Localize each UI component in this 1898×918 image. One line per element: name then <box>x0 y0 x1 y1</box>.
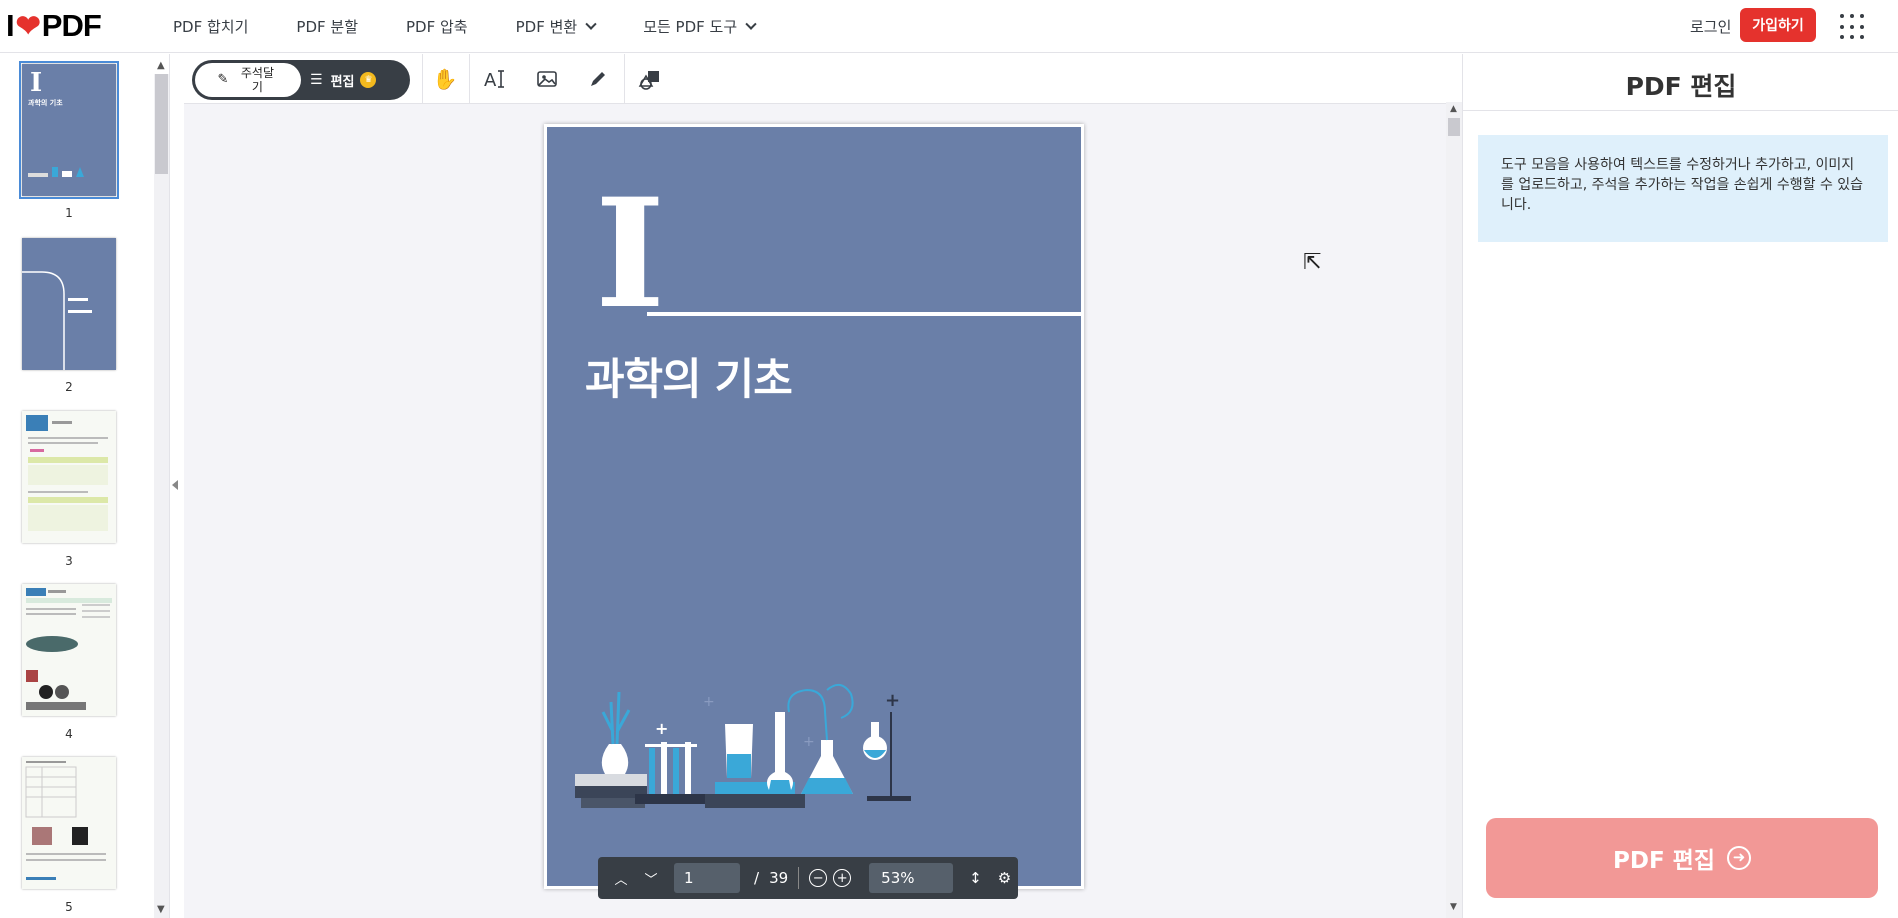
scroll-up-icon[interactable]: ▲ <box>1450 104 1457 114</box>
toolbar-divider <box>624 54 625 104</box>
edit-options-panel: PDF 편집 도구 모음을 사용하여 텍스트를 수정하거나 추가하고, 이미지를… <box>1462 54 1898 918</box>
chapter-numeral: I <box>595 166 666 342</box>
thumbnail-page-4[interactable] <box>22 584 116 716</box>
scroll-down-icon[interactable]: ▼ <box>1450 902 1457 912</box>
logo-letter: I <box>6 8 15 43</box>
total-pages: 39 <box>769 869 789 887</box>
mouse-cursor-icon: ⇱ <box>1303 250 1322 275</box>
scroll-up-icon[interactable]: ▲ <box>157 60 165 71</box>
pager-divider <box>798 867 800 889</box>
mode-toggle: ✎ 주석달 기 ☰ 편집 ♛ <box>192 60 410 100</box>
arrow-right-circle-icon: ➜ <box>1727 846 1751 870</box>
edit-pdf-label: PDF 편집 <box>1613 848 1715 874</box>
edit-pdf-button[interactable]: PDF 편집 ➜ <box>1486 818 1878 898</box>
thumb-title: 과학의 기초 <box>28 99 63 107</box>
toolbar-divider <box>469 54 470 104</box>
document-viewer: ✎ 주석달 기 ☰ 편집 ♛ ✋ A I 과학의 기초 + + + + ▲ ▼ … <box>184 54 1462 918</box>
nav-label: PDF 합치기 <box>173 18 249 36</box>
nav-label: 모든 PDF 도구 <box>643 18 738 36</box>
svg-text:+: + <box>703 694 715 710</box>
thumb-text-page <box>26 415 108 531</box>
hand-pan-icon[interactable]: ✋ <box>428 62 462 96</box>
ilovepdf-logo[interactable]: I ❤ PDF <box>6 8 102 44</box>
nav-compress-pdf[interactable]: PDF 압축 <box>406 16 468 37</box>
apps-grid-icon[interactable] <box>1840 14 1866 40</box>
crown-icon: ♛ <box>360 72 377 88</box>
draw-pencil-icon[interactable] <box>581 62 615 96</box>
scrollbar-thumb[interactable] <box>1448 118 1460 136</box>
collapse-sidebar-icon[interactable] <box>172 480 178 490</box>
logo-text: PDF <box>41 8 102 43</box>
thumbnail-page-3[interactable] <box>22 411 116 543</box>
main-nav: PDF 합치기 PDF 분할 PDF 압축 PDF 변환 모든 PDF 도구 <box>173 0 803 53</box>
scroll-down-icon[interactable]: ▼ <box>157 904 165 915</box>
thumb-arc-graphic <box>22 271 92 370</box>
lab-equipment-illustration: + + + + <box>575 683 911 808</box>
next-page-button[interactable]: ﹀ <box>636 869 666 888</box>
thumbnail-page-2[interactable] <box>22 238 116 370</box>
page-thumbnails-panel: ▲ ▼ I 과학의 기초 1 2 3 4 5 <box>0 54 170 918</box>
add-image-icon[interactable] <box>530 62 564 96</box>
nav-label: PDF 변환 <box>515 18 578 36</box>
shapes-icon[interactable] <box>633 62 667 96</box>
nav-all-tools[interactable]: 모든 PDF 도구 <box>643 16 757 37</box>
nav-convert-pdf[interactable]: PDF 변환 <box>515 16 597 37</box>
svg-text:A: A <box>484 70 497 89</box>
annotate-mode-button[interactable]: ✎ 주석달 기 <box>195 63 301 97</box>
chapter-rule <box>647 312 1081 316</box>
text-lines-icon: ☰ <box>310 72 323 88</box>
scrollbar-thumb[interactable] <box>155 74 168 174</box>
viewer-scrollbar[interactable]: ▲ ▼ <box>1446 102 1462 918</box>
thumbnail-page-number: 2 <box>65 380 73 394</box>
thumbnail-page-number: 5 <box>65 900 73 914</box>
page-navigation-bar: ︿ ﹀ 1 / 39 − + 53% ↕ ⚙ <box>598 857 1018 899</box>
chapter-title: 과학의 기초 <box>585 355 793 405</box>
page-number-input[interactable]: 1 <box>674 863 740 893</box>
nav-merge-pdf[interactable]: PDF 합치기 <box>173 16 248 37</box>
toolbar-divider <box>422 54 423 104</box>
svg-text:+: + <box>885 690 900 711</box>
top-header: I ❤ PDF PDF 합치기 PDF 분할 PDF 압축 PDF 변환 모든 PD… <box>0 0 1898 53</box>
nav-label: PDF 분할 <box>296 18 358 36</box>
zoom-in-icon[interactable]: + <box>833 869 852 887</box>
chevron-down-icon <box>585 18 597 30</box>
signup-button[interactable]: 가입하기 <box>1740 8 1816 42</box>
pdf-page-canvas[interactable]: I 과학의 기초 + + + + <box>544 124 1084 889</box>
thumbnail-page-5[interactable] <box>22 757 116 889</box>
panel-divider <box>1463 110 1898 111</box>
panel-title: PDF 편집 <box>1625 72 1737 101</box>
annotate-label: 주석달 기 <box>240 66 275 94</box>
zoom-level-input[interactable]: 53% <box>869 863 954 893</box>
nav-label: PDF 압축 <box>406 18 468 36</box>
chevron-down-icon <box>745 18 757 30</box>
previous-page-button[interactable]: ︿ <box>606 869 636 888</box>
pencil-icon: ✎ <box>217 72 229 87</box>
lab-equipment-illustration <box>28 164 88 178</box>
page-settings-icon[interactable]: ⚙ <box>998 869 1011 887</box>
thumbnail-page-number: 3 <box>65 554 73 568</box>
zoom-out-icon[interactable]: − <box>809 869 828 887</box>
thumbnail-page-number: 4 <box>65 727 73 741</box>
heart-icon: ❤ <box>15 9 41 43</box>
edit-label: 편집 <box>330 74 355 90</box>
thumb-roman: I <box>30 68 43 98</box>
edit-mode-button[interactable]: ☰ 편집 ♛ <box>310 60 377 100</box>
nav-split-pdf[interactable]: PDF 분할 <box>296 16 358 37</box>
edit-toolbar: ✎ 주석달 기 ☰ 편집 ♛ ✋ A <box>184 54 1462 104</box>
svg-text:+: + <box>655 719 668 738</box>
page-separator: / <box>754 869 760 887</box>
thumbnail-page-number: 1 <box>65 206 73 220</box>
add-text-icon[interactable]: A <box>478 62 512 96</box>
login-link[interactable]: 로그인 <box>1690 16 1731 37</box>
svg-text:+: + <box>803 734 815 750</box>
thumb-text-page <box>26 588 112 710</box>
fit-height-icon[interactable]: ↕ <box>969 869 982 887</box>
thumbnail-scrollbar[interactable] <box>154 74 169 918</box>
thumbnail-page-1[interactable]: I 과학의 기초 <box>19 61 119 199</box>
thumb-text-page <box>25 761 106 880</box>
info-box: 도구 모음을 사용하여 텍스트를 수정하거나 추가하고, 이미지를 업로드하고,… <box>1478 135 1888 242</box>
